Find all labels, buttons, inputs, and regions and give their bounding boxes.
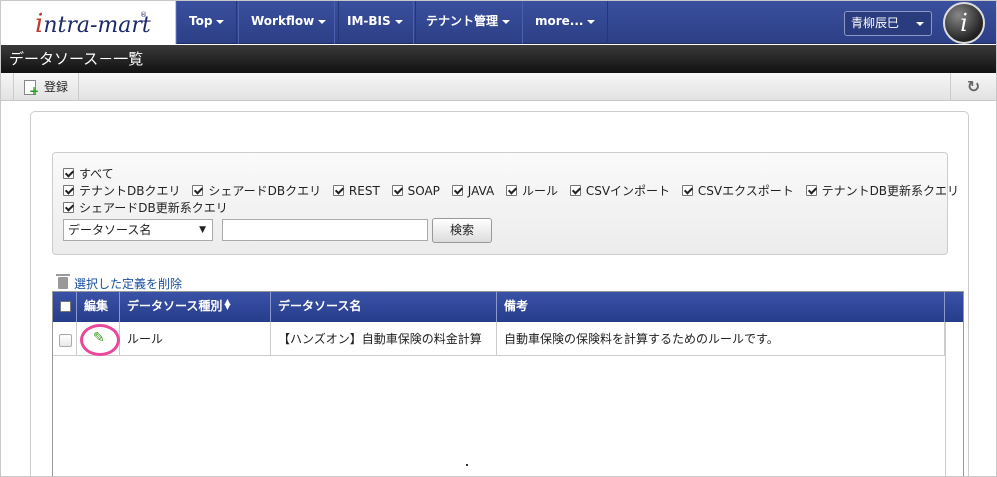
checkbox[interactable] [505,185,517,196]
filter-shared-db-query[interactable]: シェアードDBクエリ [192,182,321,199]
filter-rest[interactable]: REST [332,184,380,198]
checkbox[interactable] [681,185,693,196]
cell-datasource-type: ルール [120,322,271,355]
checkbox[interactable] [569,185,581,196]
nav-workflow[interactable]: Workflow [238,1,340,44]
checkbox[interactable] [63,185,74,196]
filter-soap[interactable]: SOAP [391,184,440,198]
nav-top[interactable]: Top [176,1,238,44]
cell-note: 自動車保険の保険料を計算するためのルールです。 [497,322,945,355]
sort-icon: ▲ ▼ [224,297,231,311]
checkbox[interactable] [63,168,74,179]
table-header: 編集 データソース種別 ▲ ▼ データソース名 備考 [53,292,963,322]
dropdown-arrow-icon: ▼ [199,225,206,235]
header-note: 備考 [497,292,945,322]
filter-rule[interactable]: ルール [505,182,558,199]
nav-im-bis[interactable]: IM-BIS [334,1,416,44]
datasource-table: 編集 データソース種別 ▲ ▼ データソース名 備考 ルール 【ハンズオン】自動車保… [52,291,964,476]
header-datasource-type[interactable]: データソース種別 ▲ ▼ [120,292,271,322]
checkbox[interactable] [192,185,204,196]
select-all-checkbox[interactable] [60,301,71,312]
refresh-icon: ↻ [966,77,981,96]
avatar[interactable]: i [943,2,985,44]
refresh-button[interactable]: ↻ [950,73,996,101]
filter-java[interactable]: JAVA [451,184,494,198]
brand-logo-text: intra-mart [35,9,151,39]
search-field-select[interactable]: データソース名 ▼ [63,219,213,241]
chevron-down-icon [216,19,225,24]
page-title: データソース－一覧 [1,45,996,73]
table-row[interactable]: ルール 【ハンズオン】自動車保険の料金計算 自動車保険の保険料を計算するためのル… [53,322,945,356]
nav-more[interactable]: more... [522,1,609,44]
app-window: intra-mart ® Top Workflow IM-BIS テナント管理 … [0,0,997,477]
chevron-down-icon [916,22,924,26]
filter-tenant-db-update-query[interactable]: テナントDB更新系クエリ [805,182,959,199]
checkbox[interactable] [391,185,403,196]
filter-csv-export[interactable]: CSVエクスポート [681,182,794,199]
search-input[interactable] [222,219,428,241]
delete-selected-link[interactable]: 選択した定義を削除 [56,274,182,292]
checkbox[interactable] [805,185,817,196]
checkbox[interactable] [63,202,74,213]
trash-icon [56,274,70,289]
select-all-cell [53,292,77,322]
header-edit: 編集 [77,292,120,322]
header-datasource-name: データソース名 [271,292,497,322]
chevron-down-icon [502,19,511,24]
chevron-down-icon [394,19,403,24]
chevron-down-icon [587,19,596,24]
top-navbar: intra-mart ® Top Workflow IM-BIS テナント管理 … [1,1,996,44]
search-button[interactable]: 検索 [432,218,492,243]
chevron-down-icon [318,19,327,24]
search-panel: すべて テナントDBクエリ シェアードDBクエリ REST SOAP JAVA … [52,152,959,255]
checkbox[interactable] [451,185,463,196]
user-menu-button[interactable]: 青柳辰巳 [844,11,932,36]
nav-tenant-admin[interactable]: テナント管理 [413,1,524,44]
filter-csv-import[interactable]: CSVインポート [569,182,670,199]
register-button[interactable]: 登録 [13,73,80,101]
checkbox[interactable] [332,185,344,196]
add-document-icon [24,80,39,97]
filter-tenant-db-query[interactable]: テナントDBクエリ [63,182,180,199]
brand-logo[interactable]: intra-mart ® [1,1,176,44]
toolbar: 登録 ↻ [1,73,996,101]
pencil-icon[interactable]: ✎ [93,330,105,346]
scrollbar[interactable] [945,322,963,476]
filter-shared-db-update-query[interactable]: シェアードDB更新系クエリ [63,199,228,216]
filter-all[interactable]: すべて [63,165,114,182]
cell-datasource-name: 【ハンズオン】自動車保険の料金計算 [271,322,497,355]
row-checkbox[interactable] [59,334,72,347]
